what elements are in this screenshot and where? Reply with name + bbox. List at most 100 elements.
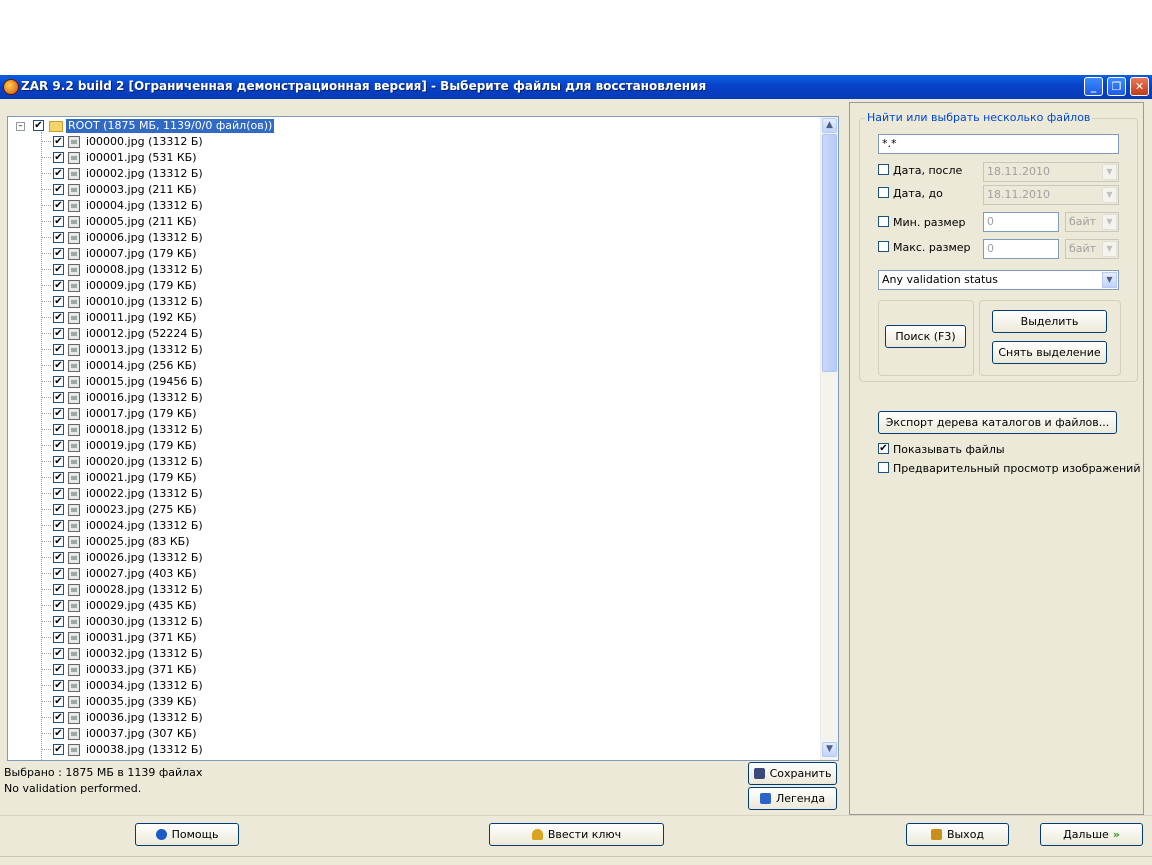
file-checkbox[interactable] [53, 200, 64, 211]
file-label[interactable]: i00027.jpg (403 КБ) [86, 567, 197, 581]
tree-file-row[interactable]: i00034.jpg (13312 Б) [8, 678, 808, 694]
file-label[interactable]: i00003.jpg (211 КБ) [86, 183, 197, 197]
file-label[interactable]: i00026.jpg (13312 Б) [86, 551, 203, 565]
tree-file-row[interactable]: i00024.jpg (13312 Б) [8, 518, 808, 534]
file-label[interactable]: i00011.jpg (192 КБ) [86, 311, 197, 325]
file-label[interactable]: i00025.jpg (83 КБ) [86, 535, 190, 549]
max-size-input[interactable]: 0 [983, 239, 1059, 259]
tree-root-row[interactable]: – ROOT (1875 МБ, 1139/0/0 файл(ов)) [8, 118, 808, 134]
tree-file-row[interactable]: i00007.jpg (179 КБ) [8, 246, 808, 262]
file-checkbox[interactable] [53, 456, 64, 467]
tree-file-row[interactable]: i00000.jpg (13312 Б) [8, 134, 808, 150]
tree-file-row[interactable]: i00003.jpg (211 КБ) [8, 182, 808, 198]
file-label[interactable]: i00030.jpg (13312 Б) [86, 615, 203, 629]
file-checkbox[interactable] [53, 408, 64, 419]
file-checkbox[interactable] [53, 344, 64, 355]
file-checkbox[interactable] [53, 232, 64, 243]
deselect-button[interactable]: Снять выделение [992, 341, 1107, 364]
file-label[interactable]: i00005.jpg (211 КБ) [86, 215, 197, 229]
file-label[interactable]: i00006.jpg (13312 Б) [86, 231, 203, 245]
file-checkbox[interactable] [53, 664, 64, 675]
tree-file-row[interactable]: i00028.jpg (13312 Б) [8, 582, 808, 598]
file-checkbox[interactable] [53, 392, 64, 403]
file-label[interactable]: i00036.jpg (13312 Б) [86, 711, 203, 725]
root-checkbox[interactable] [33, 120, 44, 131]
file-label[interactable]: i00008.jpg (13312 Б) [86, 263, 203, 277]
date-after-checkbox[interactable] [878, 164, 889, 175]
file-checkbox[interactable] [53, 488, 64, 499]
file-checkbox[interactable] [53, 584, 64, 595]
minimize-button[interactable]: _ [1084, 77, 1103, 96]
export-tree-button[interactable]: Экспорт дерева каталогов и файлов... [878, 411, 1117, 434]
scroll-down-button[interactable]: ▼ [822, 742, 837, 757]
file-label[interactable]: i00023.jpg (275 КБ) [86, 503, 197, 517]
file-label[interactable]: i00038.jpg (13312 Б) [86, 743, 203, 757]
file-checkbox[interactable] [53, 136, 64, 147]
tree-file-row[interactable]: i00029.jpg (435 КБ) [8, 598, 808, 614]
file-label[interactable]: i00013.jpg (13312 Б) [86, 343, 203, 357]
file-checkbox[interactable] [53, 728, 64, 739]
tree-file-row[interactable]: i00005.jpg (211 КБ) [8, 214, 808, 230]
file-label[interactable]: i00016.jpg (13312 Б) [86, 391, 203, 405]
tree-file-row[interactable]: i00014.jpg (256 КБ) [8, 358, 808, 374]
tree-file-row[interactable]: i00017.jpg (179 КБ) [8, 406, 808, 422]
file-label[interactable]: i00015.jpg (19456 Б) [86, 375, 203, 389]
file-label[interactable]: i00009.jpg (179 КБ) [86, 279, 197, 293]
file-label[interactable]: i00017.jpg (179 КБ) [86, 407, 197, 421]
tree-file-row[interactable]: i00022.jpg (13312 Б) [8, 486, 808, 502]
file-checkbox[interactable] [53, 568, 64, 579]
tree-file-row[interactable]: i00018.jpg (13312 Б) [8, 422, 808, 438]
file-checkbox[interactable] [53, 552, 64, 563]
tree-file-row[interactable]: i00012.jpg (52224 Б) [8, 326, 808, 342]
tree-file-row[interactable]: i00020.jpg (13312 Б) [8, 454, 808, 470]
tree-file-row[interactable]: i00031.jpg (371 КБ) [8, 630, 808, 646]
collapse-icon[interactable]: – [16, 122, 25, 131]
min-size-checkbox[interactable] [878, 216, 889, 227]
tree-file-row[interactable]: i00023.jpg (275 КБ) [8, 502, 808, 518]
file-checkbox[interactable] [53, 296, 64, 307]
tree-file-row[interactable]: i00035.jpg (339 КБ) [8, 694, 808, 710]
tree-file-row[interactable]: i00038.jpg (13312 Б) [8, 742, 808, 758]
file-label[interactable]: i00001.jpg (531 КБ) [86, 151, 197, 165]
mask-input[interactable]: *.* [878, 134, 1119, 154]
tree-file-row[interactable]: i00026.jpg (13312 Б) [8, 550, 808, 566]
file-label[interactable]: i00024.jpg (13312 Б) [86, 519, 203, 533]
file-checkbox[interactable] [53, 632, 64, 643]
file-label[interactable]: i00022.jpg (13312 Б) [86, 487, 203, 501]
show-files-checkbox[interactable] [878, 443, 889, 454]
next-button[interactable]: Дальше» [1040, 823, 1143, 846]
file-checkbox[interactable] [53, 264, 64, 275]
help-button[interactable]: Помощь [135, 823, 239, 846]
file-label[interactable]: i00029.jpg (435 КБ) [86, 599, 197, 613]
validation-status-select[interactable]: Any validation status ▼ [878, 270, 1119, 290]
file-checkbox[interactable] [53, 312, 64, 323]
file-label[interactable]: i00012.jpg (52224 Б) [86, 327, 203, 341]
file-checkbox[interactable] [53, 376, 64, 387]
file-checkbox[interactable] [53, 600, 64, 611]
tree-file-row[interactable]: i00002.jpg (13312 Б) [8, 166, 808, 182]
file-label[interactable]: i00014.jpg (256 КБ) [86, 359, 197, 373]
tree-file-row[interactable]: i00010.jpg (13312 Б) [8, 294, 808, 310]
file-label[interactable]: i00021.jpg (179 КБ) [86, 471, 197, 485]
save-button[interactable]: Сохранить [748, 762, 837, 785]
file-label[interactable]: i00000.jpg (13312 Б) [86, 135, 203, 149]
file-tree[interactable]: – ROOT (1875 МБ, 1139/0/0 файл(ов)) i000… [7, 116, 839, 761]
file-label[interactable]: i00033.jpg (371 КБ) [86, 663, 197, 677]
tree-file-row[interactable]: i00019.jpg (179 КБ) [8, 438, 808, 454]
file-checkbox[interactable] [53, 360, 64, 371]
file-checkbox[interactable] [53, 216, 64, 227]
file-checkbox[interactable] [53, 648, 64, 659]
file-label[interactable]: i00037.jpg (307 КБ) [86, 727, 197, 741]
file-checkbox[interactable] [53, 504, 64, 515]
file-checkbox[interactable] [53, 520, 64, 531]
file-checkbox[interactable] [53, 440, 64, 451]
file-label[interactable]: i00018.jpg (13312 Б) [86, 423, 203, 437]
exit-button[interactable]: Выход [906, 823, 1009, 846]
tree-scrollbar[interactable]: ▲ ▼ [820, 117, 838, 760]
scroll-up-button[interactable]: ▲ [822, 118, 837, 133]
tree-file-row[interactable]: i00036.jpg (13312 Б) [8, 710, 808, 726]
file-label[interactable]: i00031.jpg (371 КБ) [86, 631, 197, 645]
tree-file-row[interactable]: i00033.jpg (371 КБ) [8, 662, 808, 678]
file-checkbox[interactable] [53, 152, 64, 163]
file-checkbox[interactable] [53, 712, 64, 723]
